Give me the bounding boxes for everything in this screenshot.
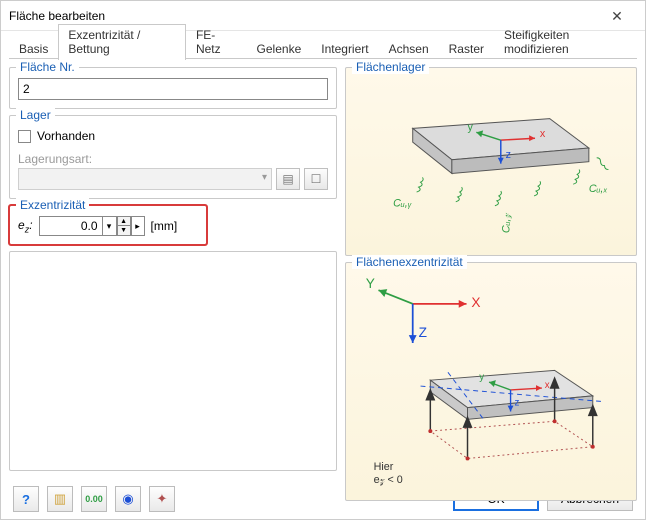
surface-eccentricity-illustration: X Y Z [354, 273, 628, 491]
surface-support-illustration: x y z Cᵤ,ᵧ Cᵤ,ₓ Cᵤ,𝓏 [354, 78, 628, 247]
ez-spin-down[interactable]: ▼ [117, 226, 131, 236]
svg-text:y: y [479, 373, 484, 384]
svg-text:z: z [514, 398, 519, 409]
svg-text:Cᵤ,ᵧ: Cᵤ,ᵧ [393, 198, 412, 210]
group-support: Lager Vorhanden Lagerungsart: ▤ ☐ [9, 115, 337, 199]
dialog-content: Fläche Nr. Lager Vorhanden Lagerungsart:… [1, 59, 645, 479]
tab-integriert[interactable]: Integriert [311, 38, 378, 60]
pick-button[interactable]: ✦ [149, 486, 175, 512]
support-present-row[interactable]: Vorhanden [18, 126, 328, 146]
ez-dropdown-arrow[interactable]: ▾ [103, 216, 117, 236]
ez-unit-label: [mm] [151, 219, 178, 233]
preview-surface-support-legend: Flächenlager [352, 60, 429, 74]
preview-surface-eccentricity: Flächenexzentrizität X Y Z [345, 262, 637, 500]
tab-fe-netz[interactable]: FE-Netz [186, 24, 247, 60]
left-column: Fläche Nr. Lager Vorhanden Lagerungsart:… [9, 67, 337, 471]
surface-number-input[interactable] [18, 78, 328, 100]
tab-strip: Basis Exzentrizität / Bettung FE-Netz Ge… [1, 35, 645, 59]
units-button[interactable]: 0.00 [81, 486, 107, 512]
window-title: Fläche bearbeiten [9, 9, 597, 23]
svg-text:Z: Z [419, 325, 427, 340]
svg-text:y: y [468, 121, 474, 133]
tab-steifigkeiten[interactable]: Steifigkeiten modifizieren [494, 24, 637, 60]
ez-spin-up[interactable]: ▲ [117, 216, 131, 226]
group-support-legend: Lager [16, 108, 55, 122]
svg-text:Y: Y [366, 277, 375, 292]
support-type-new-button: ☐ [304, 168, 328, 190]
svg-text:Cᵤ,𝓏: Cᵤ,𝓏 [501, 213, 513, 234]
support-present-checkbox[interactable] [18, 130, 31, 143]
right-column: Flächenlager x y z [345, 67, 637, 471]
units-icon: 0.00 [85, 494, 103, 504]
preview-surface-support: Flächenlager x y z [345, 67, 637, 256]
support-present-label: Vorhanden [37, 129, 95, 143]
group-eccentricity-legend: Exzentrizität [16, 198, 89, 212]
support-type-row: ▤ ☐ [18, 168, 328, 190]
support-type-label: Lagerungsart: [18, 152, 328, 166]
folder-icon: ▤ [282, 172, 293, 186]
svg-text:x: x [540, 128, 546, 140]
ez-spin-menu[interactable]: ▸ [131, 216, 145, 236]
ez-spinner[interactable]: ▲ ▼ [117, 216, 131, 236]
new-icon: ☐ [311, 172, 322, 186]
tab-achsen[interactable]: Achsen [379, 38, 439, 60]
svg-text:x: x [545, 380, 550, 391]
help-icon: ? [22, 492, 30, 507]
support-type-select [18, 168, 272, 190]
ez-param-label: ez: [18, 218, 33, 234]
tab-basis[interactable]: Basis [9, 38, 58, 60]
visibility-button[interactable]: ◉ [115, 486, 141, 512]
eye-icon: ◉ [122, 491, 133, 507]
preview-surface-eccentricity-legend: Flächenexzentrizität [352, 255, 467, 269]
cursor-icon: ✦ [157, 491, 168, 507]
support-type-library-button: ▤ [276, 168, 300, 190]
ez-value-input[interactable] [39, 216, 103, 236]
tab-gelenke[interactable]: Gelenke [247, 38, 312, 60]
group-surface-number: Fläche Nr. [9, 67, 337, 109]
tab-raster[interactable]: Raster [439, 38, 494, 60]
svg-text:z: z [506, 149, 511, 161]
svg-text:Cᵤ,ₓ: Cᵤ,ₓ [589, 183, 608, 195]
notes-icon: ▥ [54, 491, 66, 507]
ez-row: ez: ▾ ▲ ▼ ▸ [mm] [18, 216, 198, 236]
notes-button[interactable]: ▥ [47, 486, 73, 512]
group-surface-number-legend: Fläche Nr. [16, 60, 79, 74]
group-eccentricity: Exzentrizität ez: ▾ ▲ ▼ ▸ [mm] [9, 205, 207, 245]
svg-text:Hier: Hier [374, 462, 394, 474]
tab-exzentrizitaet-bettung[interactable]: Exzentrizität / Bettung [58, 24, 186, 60]
svg-text:X: X [471, 295, 480, 310]
group-empty [9, 251, 337, 471]
close-icon: ✕ [611, 9, 623, 23]
svg-text:e𝓏 < 0: e𝓏 < 0 [374, 474, 403, 486]
help-button[interactable]: ? [13, 486, 39, 512]
